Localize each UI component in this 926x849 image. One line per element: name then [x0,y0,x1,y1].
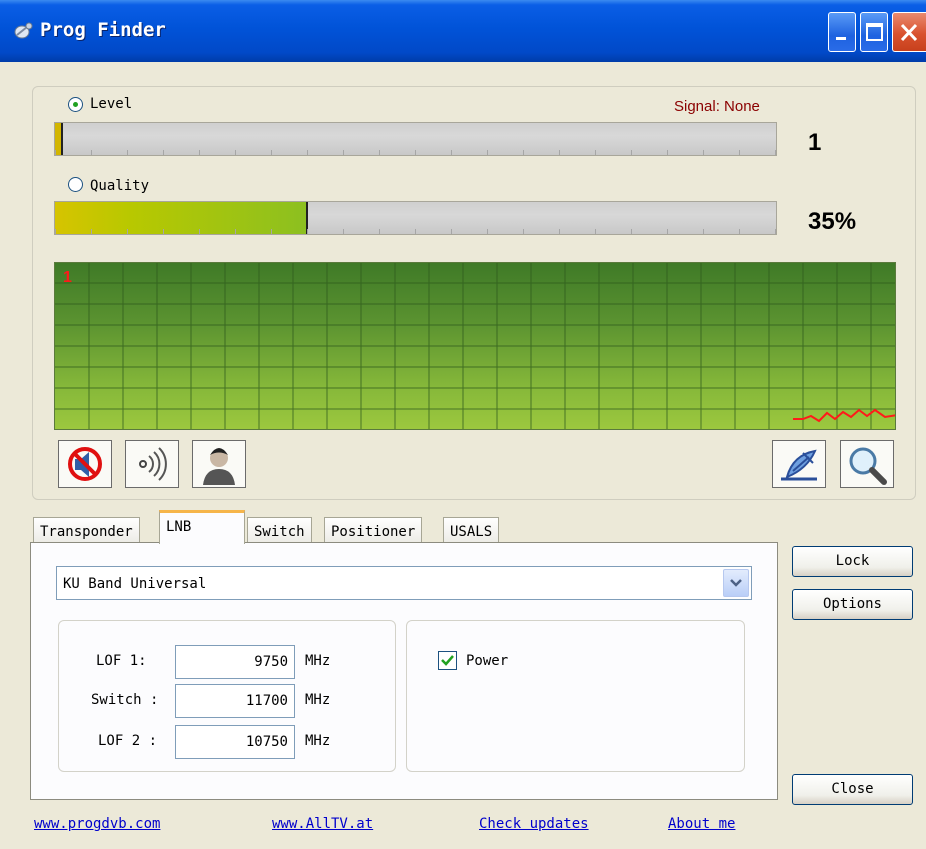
signal-graph-grid [55,263,895,429]
mute-button[interactable] [58,440,112,488]
search-button[interactable] [840,440,894,488]
chevron-down-icon [730,579,742,587]
tab-transponder[interactable]: Transponder [33,517,140,543]
user-button[interactable] [192,440,246,488]
graph-label: 1 [63,269,72,286]
close-button[interactable]: Close [792,774,913,805]
level-radio[interactable] [68,97,83,112]
minimize-button[interactable] [828,12,856,52]
mute-icon [68,447,102,481]
power-label: Power [466,653,509,669]
switch-input[interactable]: 11700 [175,684,295,718]
tab-switch[interactable]: Switch [247,517,312,543]
lof1-unit: MHz [305,653,331,669]
level-bar-ticks [55,150,776,155]
window-title: Prog Finder [40,19,166,41]
maximize-button[interactable] [860,12,888,52]
sound-icon [139,447,167,481]
quality-radio[interactable] [68,177,83,192]
quality-label: Quality [90,178,150,194]
lock-button[interactable]: Lock [792,546,913,577]
tab-lnb[interactable]: LNB [159,510,245,544]
lof1-input[interactable]: 9750 [175,645,295,679]
level-label: Level [90,96,133,112]
options-button[interactable]: Options [792,589,913,620]
lof2-label: LOF 2 : [98,733,158,749]
checkmark-icon [441,655,454,666]
minimize-icon [836,37,846,40]
lof2-unit: MHz [305,733,331,749]
dropdown-button[interactable] [723,569,749,597]
level-value: 1 [808,129,822,156]
switch-unit: MHz [305,692,331,708]
signal-trace [793,408,895,423]
satellite-dish-button[interactable] [772,440,826,488]
user-icon [203,448,235,485]
satellite-dish-icon [781,449,817,481]
lnb-type-value: KU Band Universal [63,576,207,592]
quality-value: 35% [808,208,857,235]
switch-label: Switch : [91,692,159,708]
tab-usals[interactable]: USALS [443,517,500,543]
search-icon [849,447,887,485]
signal-graph: 1 [54,262,896,430]
radio-selected-dot [73,102,78,107]
maximize-icon [866,23,883,41]
lof2-input[interactable]: 10750 [175,725,295,759]
tab-positioner[interactable]: Positioner [324,517,423,543]
quality-bar [54,201,777,235]
satellite-app-icon [14,22,33,39]
title-bar[interactable]: Prog Finder [0,0,926,62]
lof1-label: LOF 1: [96,653,147,669]
close-window-button[interactable] [892,12,926,52]
quality-bar-ticks [55,229,776,234]
level-bar [54,122,777,156]
power-checkbox[interactable] [438,651,457,670]
sound-button[interactable] [125,440,179,488]
signal-status: Signal: None [674,98,760,115]
close-icon [900,23,918,42]
power-group [406,620,745,772]
lnb-type-select[interactable]: KU Band Universal [56,566,752,600]
check-updates-link[interactable]: Check updates [479,816,589,832]
prog-finder-window: Prog Finder Level Signal: None 1 Quality… [0,0,926,849]
progdvb-link[interactable]: www.progdvb.com [34,816,160,832]
about-me-link[interactable]: About me [668,816,735,832]
alltv-link[interactable]: www.AllTV.at [272,816,373,832]
